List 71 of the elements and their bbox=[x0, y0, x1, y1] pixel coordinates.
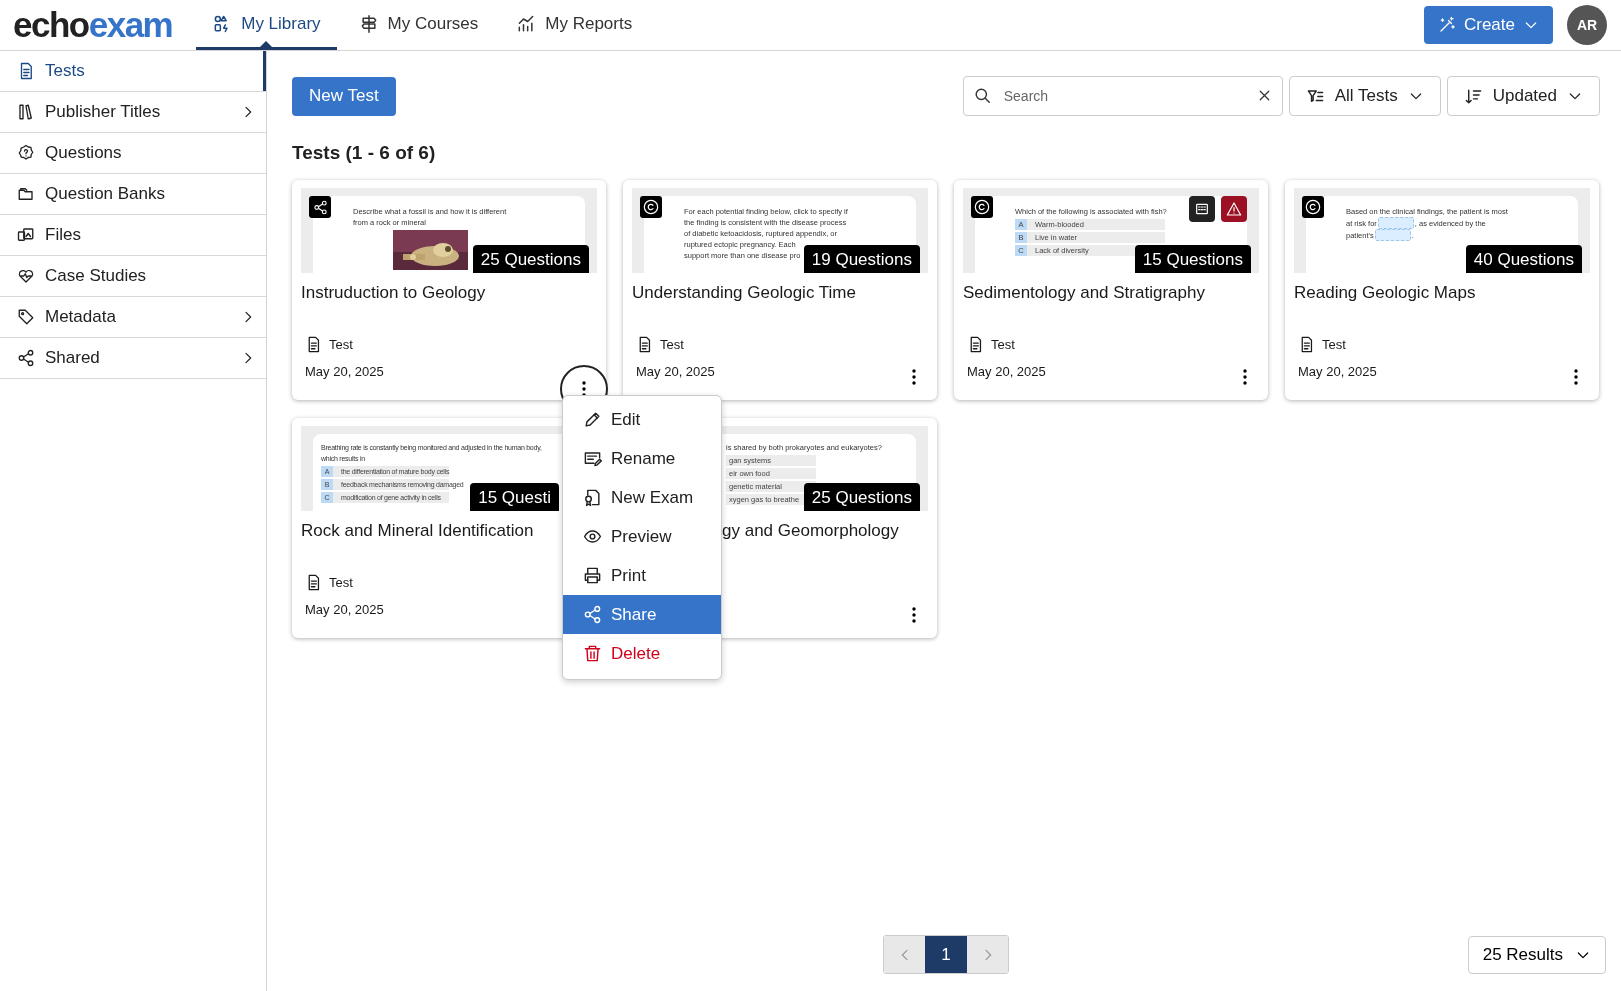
rename-icon bbox=[583, 449, 602, 468]
logo-text: exam bbox=[88, 5, 173, 45]
kebab-icon bbox=[1243, 369, 1247, 385]
section-heading: Tests (1 - 6 of 6) bbox=[292, 142, 437, 164]
sidebar-item[interactable]: Case Studies bbox=[0, 256, 266, 297]
books-icon bbox=[17, 103, 35, 121]
sort-dropdown[interactable]: Updated bbox=[1446, 76, 1600, 116]
question-count: 40 Questions bbox=[1465, 245, 1582, 273]
sidebar-item[interactable]: Question Banks bbox=[0, 174, 266, 215]
question-count: 25 Questions bbox=[472, 245, 589, 273]
test-type: Test bbox=[1322, 336, 1346, 352]
updated-date: May 20, 2025 bbox=[1298, 364, 1377, 380]
test-title[interactable]: Understanding Geologic Time bbox=[632, 283, 856, 303]
share-icon bbox=[583, 605, 602, 624]
test-type: Test bbox=[329, 574, 353, 590]
kebab-icon bbox=[582, 381, 586, 397]
test-title[interactable]: Rock and Mineral Identification bbox=[301, 521, 534, 541]
page-button[interactable]: 1 bbox=[925, 936, 967, 973]
updated-date: May 20, 2025 bbox=[636, 364, 715, 380]
heart-icon bbox=[17, 267, 35, 285]
sidebar-item[interactable]: Questions bbox=[0, 133, 266, 174]
updated-date: May 20, 2025 bbox=[967, 364, 1046, 380]
menu-item[interactable]: Edit bbox=[563, 400, 721, 439]
test-type: Test bbox=[660, 336, 684, 352]
trash-icon bbox=[583, 644, 602, 663]
question-count: 15 Questi bbox=[470, 483, 559, 511]
menu-item[interactable]: Preview bbox=[563, 517, 721, 556]
logo-text: echo bbox=[13, 5, 89, 45]
sidebar-item[interactable]: Tests bbox=[0, 51, 266, 92]
sidebar-item[interactable]: Shared bbox=[0, 338, 266, 379]
folder-icon bbox=[17, 185, 35, 203]
nav-tab[interactable]: My Library bbox=[196, 0, 337, 50]
question-count: 15 Questions bbox=[1134, 245, 1251, 273]
question-count: 19 Questions bbox=[803, 245, 920, 273]
sidebar-item[interactable]: Files bbox=[0, 215, 266, 256]
updated-date: May 20, 2025 bbox=[305, 364, 384, 380]
test-title[interactable]: Sedimentology and Stratigraphy bbox=[963, 283, 1205, 303]
test-type: Test bbox=[329, 336, 353, 352]
media-files-icon bbox=[17, 226, 35, 244]
pointer-icon bbox=[260, 41, 273, 47]
menu-item[interactable]: Delete bbox=[563, 634, 721, 673]
certificate-icon bbox=[583, 488, 602, 507]
test-title[interactable]: Instruduction to Geology bbox=[301, 283, 486, 303]
question-badge-icon bbox=[17, 144, 35, 162]
question-count: 25 Questions bbox=[803, 483, 920, 511]
kebab-icon bbox=[912, 607, 916, 623]
create-button[interactable]: Create bbox=[1423, 6, 1553, 44]
sidebar-item[interactable]: Metadata bbox=[0, 297, 266, 338]
results-per-page-dropdown[interactable]: 25 Results bbox=[1467, 935, 1606, 974]
test-type: Test bbox=[991, 336, 1015, 352]
kebab-icon bbox=[912, 369, 916, 385]
updated-date: May 20, 2025 bbox=[305, 602, 384, 618]
new-test-button[interactable]: New Test bbox=[292, 76, 396, 116]
nav-tab[interactable]: My Courses bbox=[342, 0, 495, 50]
search-field[interactable]: Search bbox=[962, 76, 1283, 116]
menu-item[interactable]: Print bbox=[563, 556, 721, 595]
user-avatar[interactable]: AR bbox=[1567, 5, 1607, 45]
share-icon bbox=[17, 349, 35, 367]
eye-icon bbox=[583, 527, 602, 546]
test-title[interactable]: Reading Geologic Maps bbox=[1294, 283, 1476, 303]
menu-item[interactable]: New Exam bbox=[563, 478, 721, 517]
sidebar-item[interactable]: Publisher Titles bbox=[0, 92, 266, 133]
menu-item[interactable]: Rename bbox=[563, 439, 721, 478]
nav-tab[interactable]: My Reports bbox=[500, 0, 649, 50]
menu-item[interactable]: Share bbox=[563, 595, 721, 634]
kebab-icon bbox=[1574, 369, 1578, 385]
printer-icon bbox=[583, 566, 602, 585]
test-title[interactable]: gy and Geomorphology bbox=[722, 521, 899, 541]
pencil-icon bbox=[583, 410, 602, 429]
tag-icon bbox=[17, 308, 35, 326]
filter-dropdown[interactable]: All Tests bbox=[1288, 76, 1441, 116]
